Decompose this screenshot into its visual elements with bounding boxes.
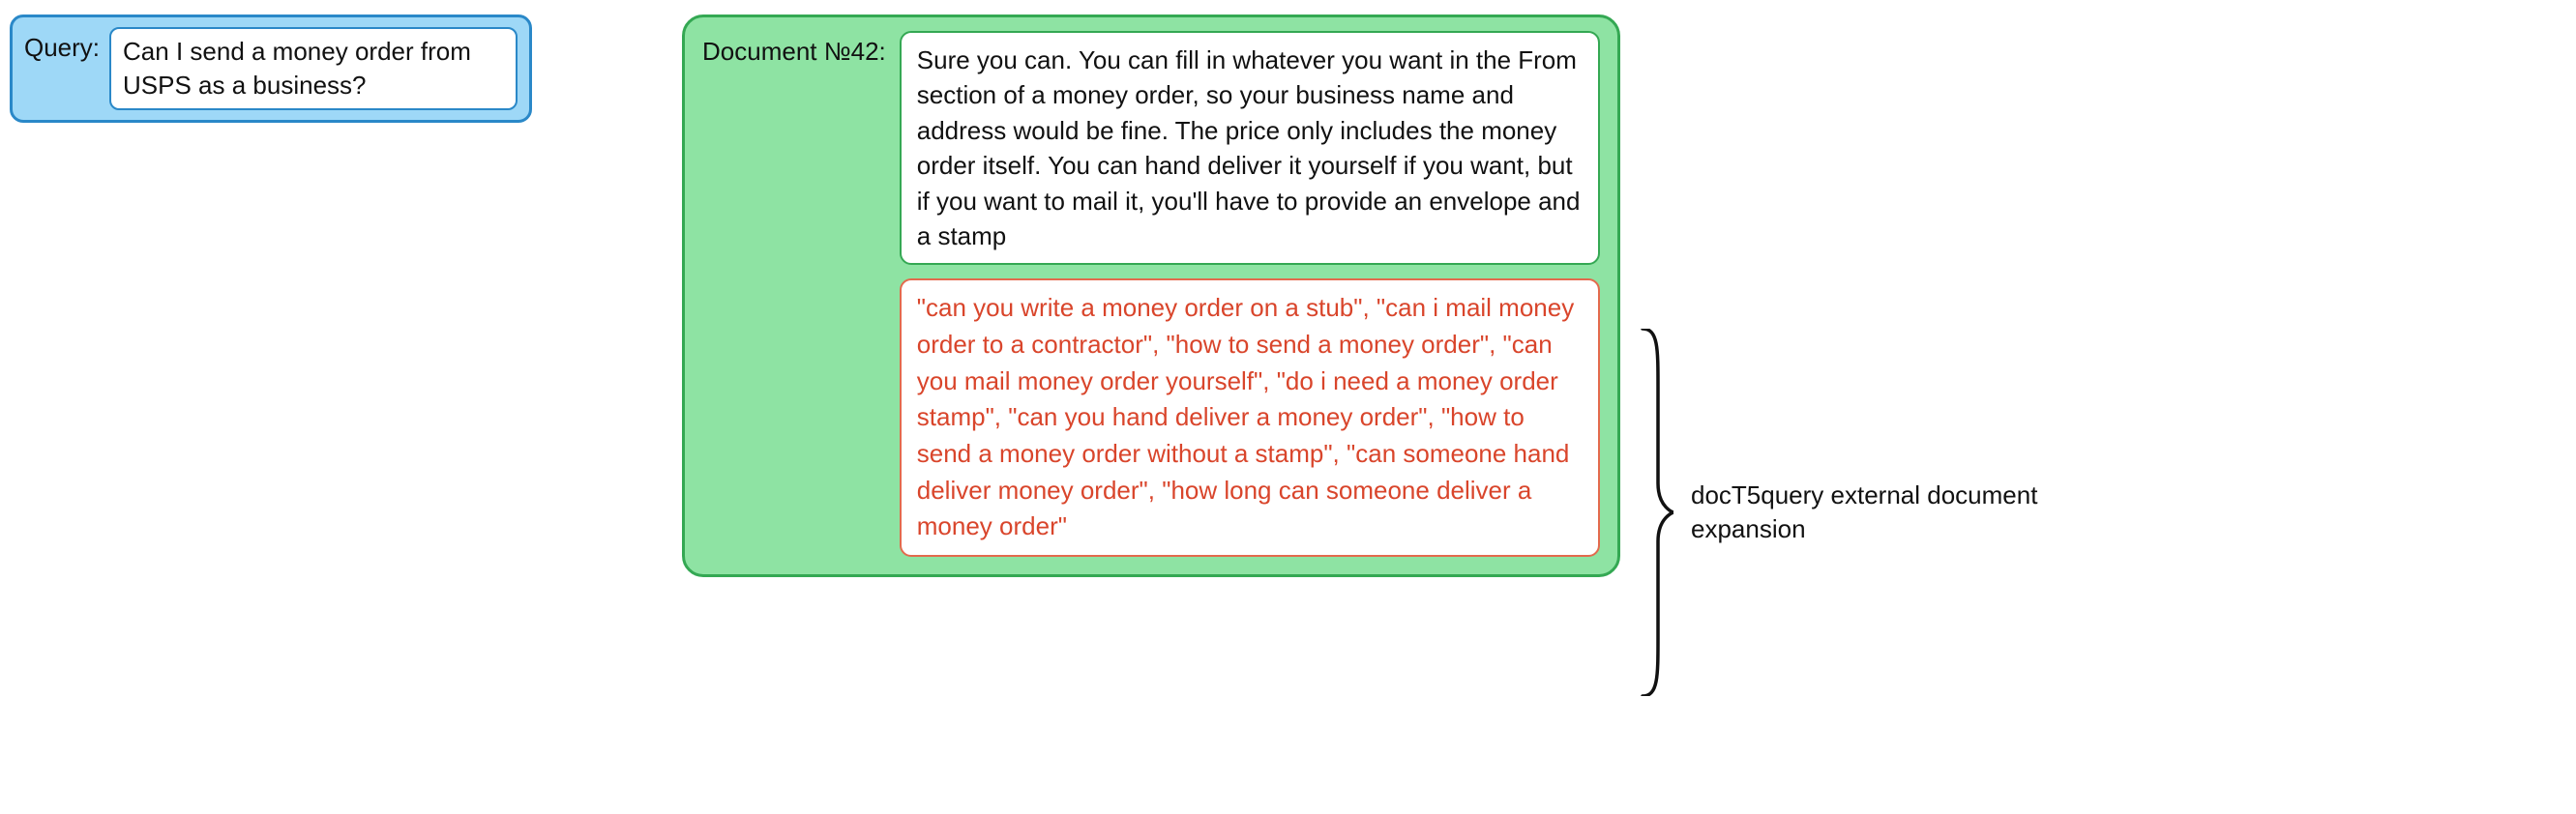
document-label: Document №42: — [702, 31, 886, 67]
expansion-caption: docT5query external document expansion — [1691, 479, 2039, 546]
query-card: Query: Can I send a money order from USP… — [10, 15, 532, 123]
query-text: Can I send a money order from USPS as a … — [109, 27, 518, 110]
curly-brace-icon — [1635, 329, 1673, 696]
document-card: Document №42: Sure you can. You can fill… — [682, 15, 1620, 577]
document-body: Sure you can. You can fill in whatever y… — [900, 31, 1600, 557]
expansion-annotation: docT5query external document expansion — [1635, 329, 2039, 696]
query-label: Query: — [24, 27, 100, 63]
diagram-canvas: Query: Can I send a money order from USP… — [0, 0, 2576, 814]
document-text: Sure you can. You can fill in whatever y… — [900, 31, 1600, 265]
document-expansion-text: "can you write a money order on a stub",… — [900, 278, 1600, 557]
